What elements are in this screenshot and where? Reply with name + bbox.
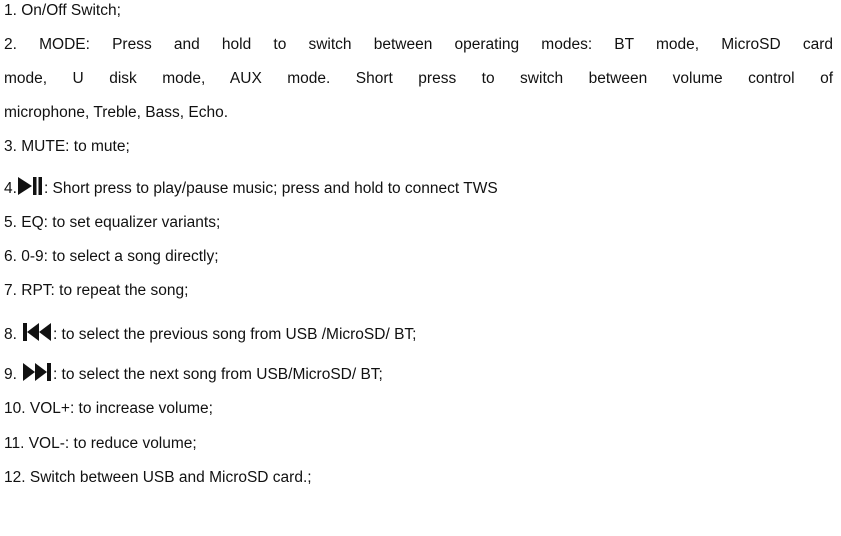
item-number: 11. — [4, 435, 25, 452]
previous-track-icon — [22, 322, 52, 342]
list-item-1: 1. On/Off Switch; — [4, 2, 837, 20]
item-number: 9. — [4, 366, 17, 383]
list-item-2-line-2: mode, U disk mode, AUX mode. Short press… — [4, 70, 833, 88]
list-item-12: 12. Switch between USB and MicroSD card.… — [4, 469, 837, 487]
item-text: RPT: to repeat the song; — [21, 282, 189, 299]
list-item-2-line-1: 2. MODE: Press and hold to switch betwee… — [4, 36, 833, 54]
list-item-6: 6. 0-9: to select a song directly; — [4, 248, 837, 266]
list-item-11: 11. VOL-: to reduce volume; — [4, 435, 837, 453]
list-item-10: 10. VOL+: to increase volume; — [4, 400, 837, 418]
item-number: 5. — [4, 214, 17, 231]
item-text: EQ: to set equalizer variants; — [21, 214, 221, 231]
item-number: 12. — [4, 469, 26, 486]
item-text-continued: mode, U disk mode, AUX mode. Short press… — [4, 70, 833, 87]
list-item-4: 4. : Short press to play/pause music; pre… — [4, 176, 837, 198]
next-track-icon — [22, 362, 52, 382]
list-item-7: 7. RPT: to repeat the song; — [4, 282, 837, 300]
item-text-continued: microphone, Treble, Bass, Echo. — [4, 104, 229, 121]
list-item-2-line-3: microphone, Treble, Bass, Echo. — [4, 104, 837, 122]
instruction-list: 1. On/Off Switch; 2. MODE: Press and hol… — [0, 0, 841, 536]
item-text: : Short press to play/pause music; press… — [43, 180, 498, 197]
list-item-8: 8. : to select the previous song from USB… — [4, 322, 837, 344]
item-number: 10. — [4, 400, 26, 417]
item-number: 7. — [4, 282, 17, 299]
item-text: On/Off Switch; — [21, 2, 121, 19]
item-text: VOL-: to reduce volume; — [28, 435, 197, 452]
item-text: Switch between USB and MicroSD card.; — [29, 469, 312, 486]
item-number: 2. — [4, 36, 17, 53]
item-text: : to select the next song from USB/Micro… — [52, 366, 383, 383]
item-number: 3. — [4, 138, 17, 155]
item-text: VOL+: to increase volume; — [29, 400, 213, 417]
list-item-3: 3. MUTE: to mute; — [4, 138, 837, 156]
item-text: MODE: Press and hold to switch between o… — [39, 36, 833, 53]
item-number: 4. — [4, 180, 17, 197]
item-text: : to select the previous song from USB /… — [52, 326, 417, 343]
list-item-5: 5. EQ: to set equalizer variants; — [4, 214, 837, 232]
list-item-9: 9. : to select the next song from USB/Mic… — [4, 362, 837, 384]
item-number: 6. — [4, 248, 17, 265]
item-number: 1. — [4, 2, 17, 19]
item-number: 8. — [4, 326, 17, 343]
play-pause-icon — [17, 176, 43, 196]
item-text: MUTE: to mute; — [21, 138, 130, 155]
item-text: 0-9: to select a song directly; — [21, 248, 219, 265]
